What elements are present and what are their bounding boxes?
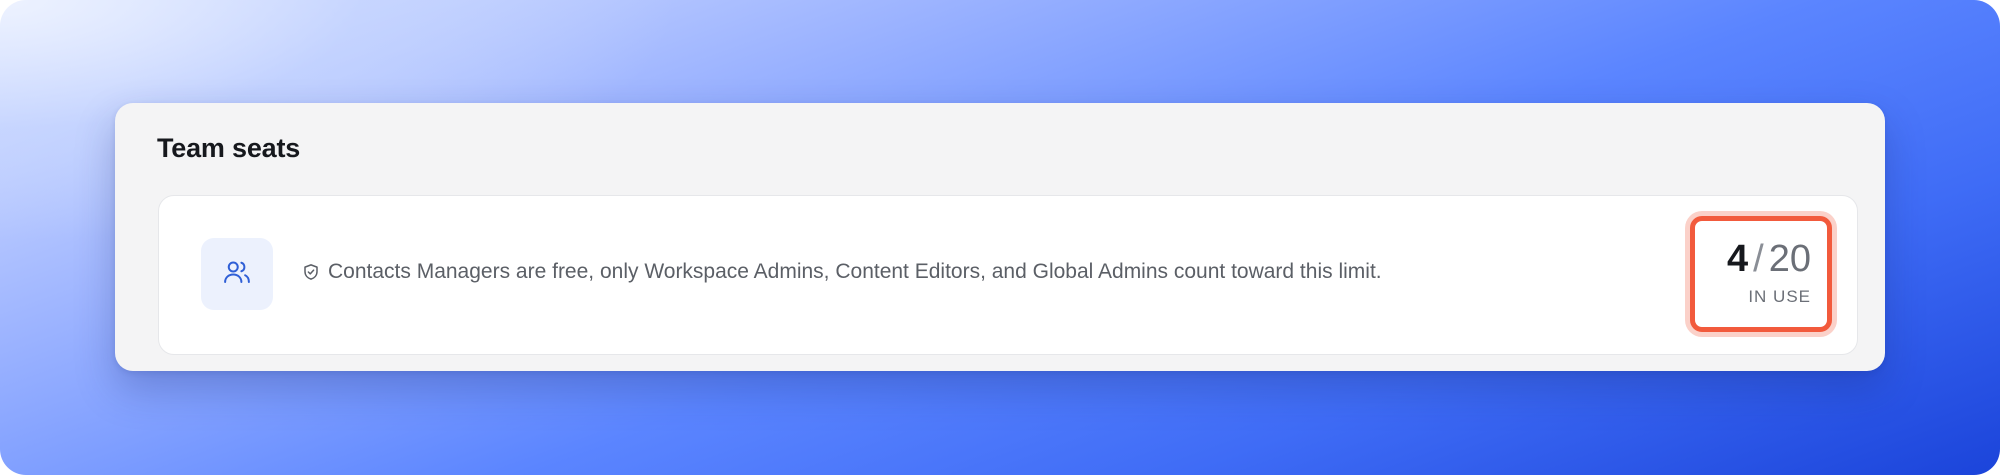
seat-limit-info: Contacts Managers are free, only Workspa… bbox=[302, 260, 1382, 284]
shield-check-icon bbox=[302, 263, 320, 281]
panel-title: Team seats bbox=[157, 133, 301, 163]
seats-used-value: 4 bbox=[1727, 238, 1749, 280]
in-use-label: IN USE bbox=[1748, 287, 1811, 306]
seat-count: 4/20 bbox=[1727, 237, 1811, 281]
seat-usage-card: Contacts Managers are free, only Workspa… bbox=[158, 195, 1858, 355]
seats-in-use-counter: 4/20 IN USE bbox=[1690, 216, 1832, 332]
seat-limit-info-text: Contacts Managers are free, only Workspa… bbox=[328, 260, 1382, 283]
users-icon bbox=[222, 257, 252, 292]
seats-total-value: 20 bbox=[1768, 238, 1811, 280]
users-icon-badge bbox=[201, 238, 273, 310]
team-seats-panel: Team seats Contacts Managers are free, o… bbox=[115, 103, 1885, 371]
seat-count-separator: / bbox=[1753, 238, 1764, 280]
gradient-background: Team seats Contacts Managers are free, o… bbox=[0, 0, 2000, 475]
